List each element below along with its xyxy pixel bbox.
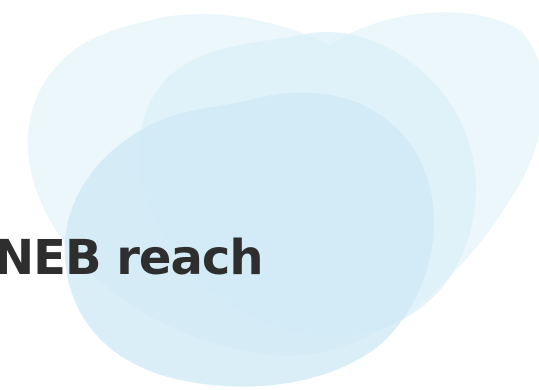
decorative-blobs [27, 12, 539, 387]
slide-canvas: NEB reach [0, 0, 539, 390]
headline-title: NEB reach [0, 230, 263, 286]
